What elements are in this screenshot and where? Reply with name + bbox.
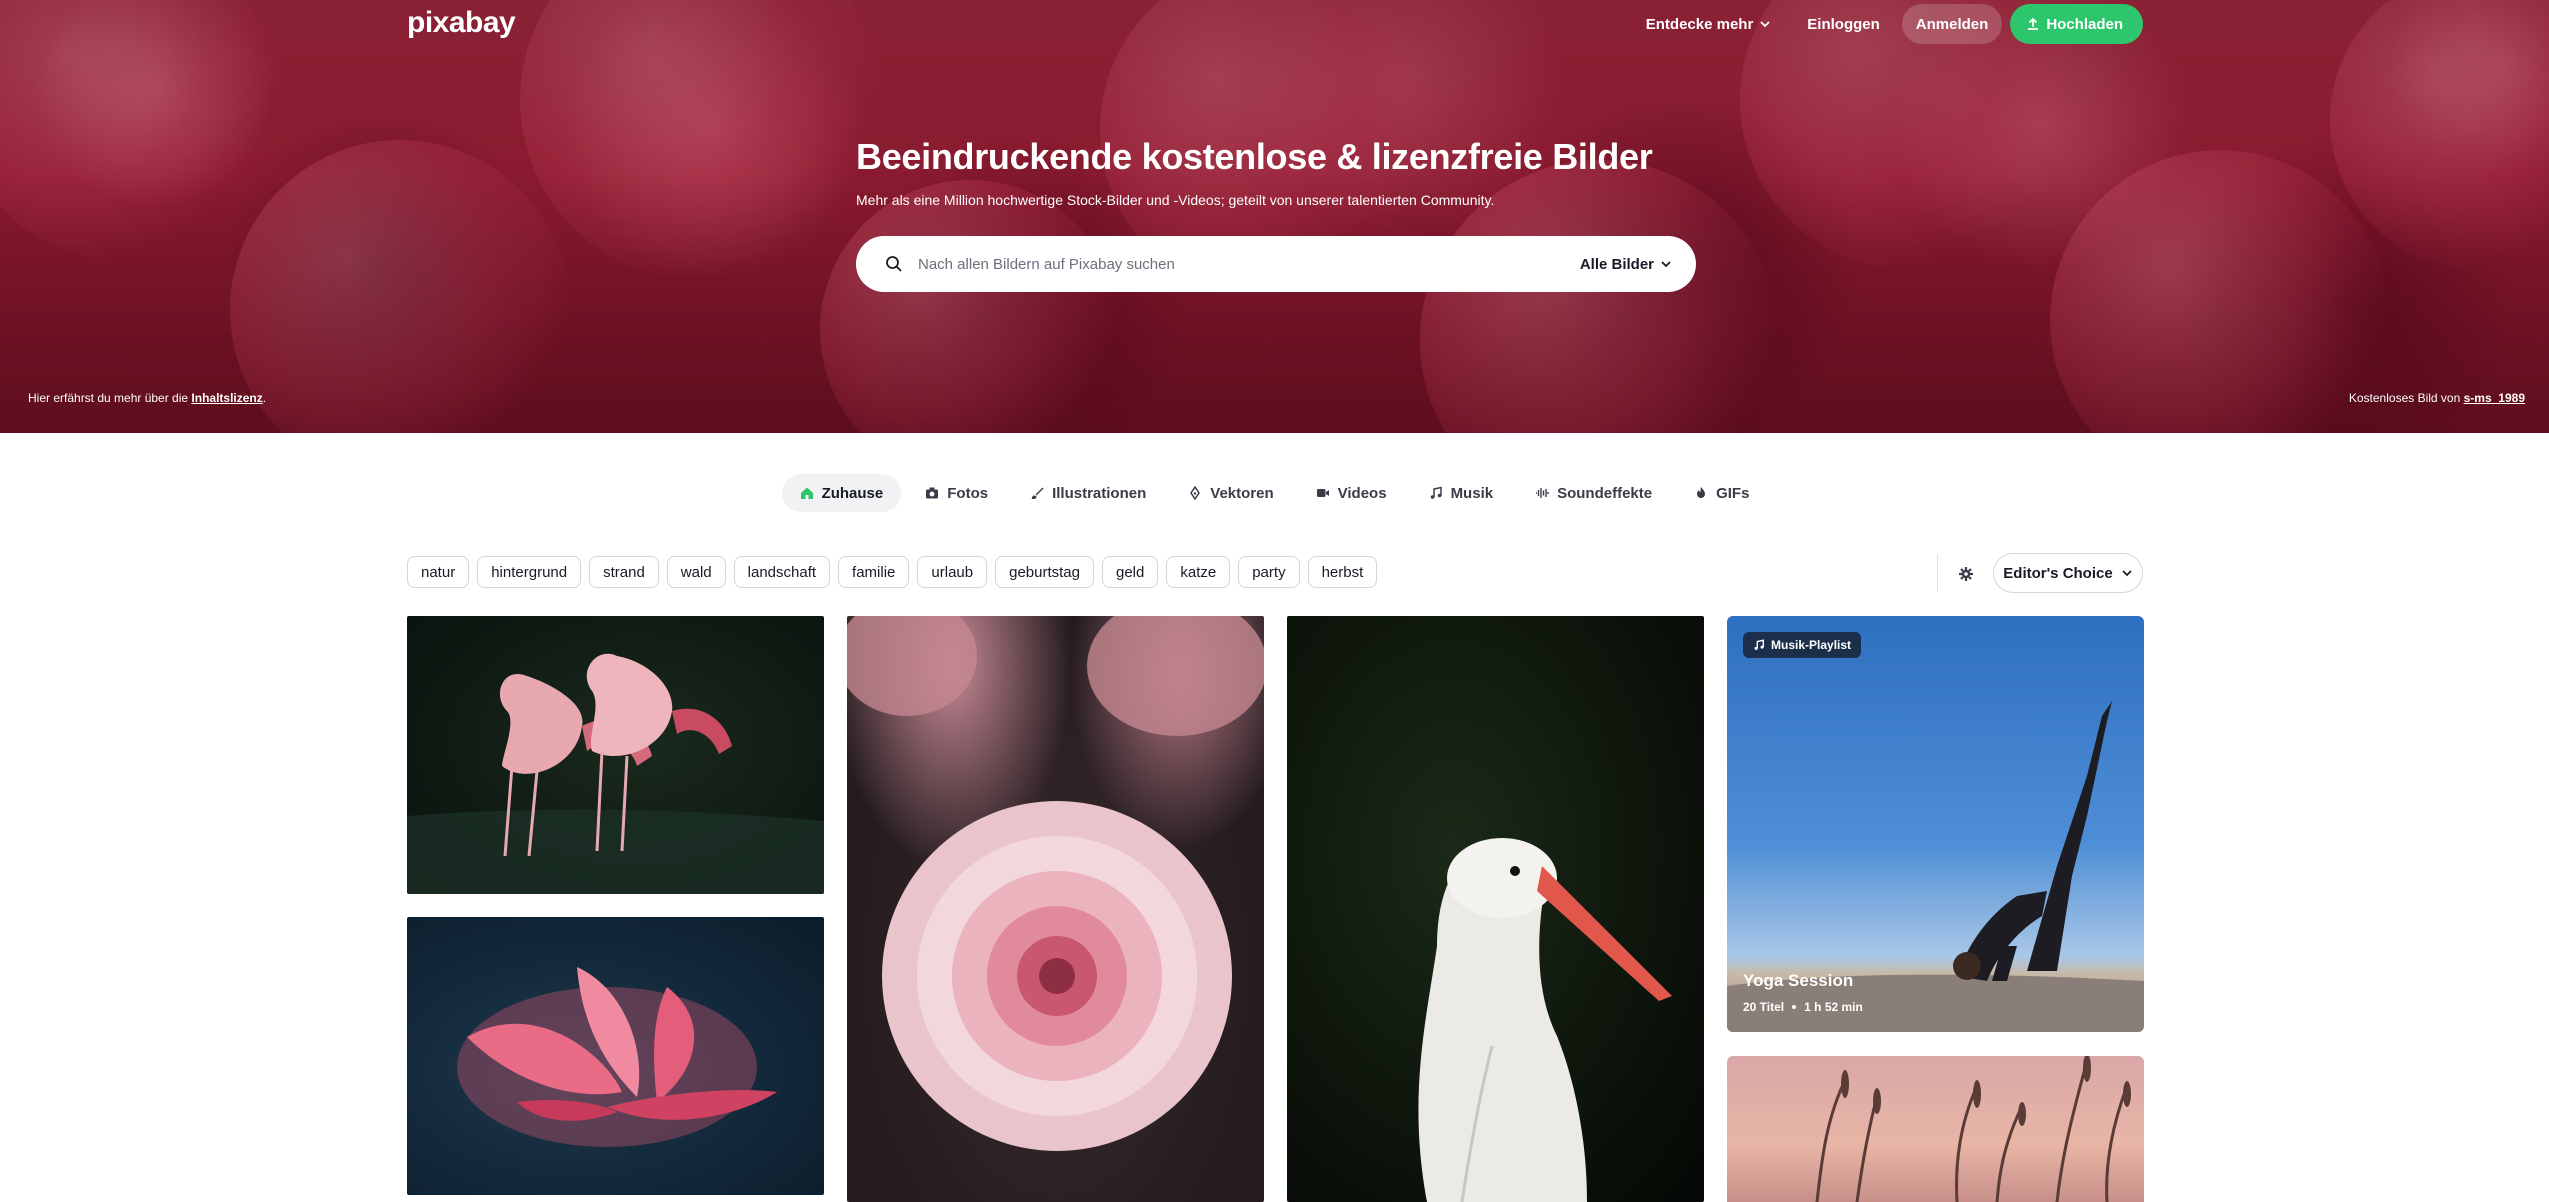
tag-chip[interactable]: geld bbox=[1102, 556, 1159, 588]
tag-chip[interactable]: natur bbox=[407, 556, 470, 588]
tab-label: Musik bbox=[1450, 484, 1494, 502]
license-note: Hier erfährst du mehr über die Inhaltsli… bbox=[28, 391, 266, 405]
music-note-icon bbox=[1754, 639, 1764, 650]
image-credit: Kostenloses Bild von s-ms_1989 bbox=[2349, 391, 2525, 405]
playlist-badge-label: Musik-Playlist bbox=[1771, 638, 1852, 652]
top-navigation: pixabay Entdecke mehr Einloggen Anmelden… bbox=[0, 0, 2549, 48]
tab-fotos[interactable]: Fotos bbox=[907, 474, 1006, 512]
tag-chip[interactable]: hintergrund bbox=[477, 556, 582, 588]
playlist-track-count: 20 Titel bbox=[1743, 1000, 1785, 1014]
upload-label: Hochladen bbox=[2046, 15, 2123, 33]
yoga-image bbox=[1727, 701, 2144, 1032]
pixabay-logo[interactable]: pixabay bbox=[407, 6, 516, 40]
search-icon[interactable] bbox=[884, 254, 904, 274]
tab-videos[interactable]: Videos bbox=[1298, 474, 1405, 512]
tag-chip[interactable]: landschaft bbox=[733, 556, 831, 588]
hero-title: Beeindruckende kostenlose & lizenzfreie … bbox=[856, 136, 1653, 177]
hero-subtitle: Mehr als eine Million hochwertige Stock-… bbox=[856, 192, 1495, 208]
upload-button[interactable]: Hochladen bbox=[2010, 4, 2143, 44]
tag-chip[interactable]: party bbox=[1238, 556, 1300, 588]
login-link[interactable]: Einloggen bbox=[1793, 4, 1894, 44]
license-link[interactable]: Inhaltslizenz bbox=[191, 391, 262, 405]
explore-menu[interactable]: Entdecke mehr bbox=[1632, 4, 1786, 44]
upload-icon bbox=[2028, 17, 2039, 30]
image-card-flamingos[interactable] bbox=[407, 616, 824, 894]
search-type-label: Alle Bilder bbox=[1579, 255, 1654, 273]
hero-banner: pixabay Entdecke mehr Einloggen Anmelden… bbox=[0, 0, 2549, 433]
tag-chip[interactable]: strand bbox=[589, 556, 659, 588]
tag-chip[interactable]: geburtstag bbox=[995, 556, 1094, 588]
tab-label: Illustrationen bbox=[1052, 484, 1147, 502]
image-card-grass[interactable] bbox=[1727, 1056, 2144, 1202]
playlist-badge: Musik-Playlist bbox=[1743, 632, 1862, 658]
tag-chip[interactable]: familie bbox=[838, 556, 910, 588]
tab-label: Zuhause bbox=[821, 484, 884, 502]
waveform-icon bbox=[1536, 488, 1549, 498]
explore-label: Entdecke mehr bbox=[1645, 15, 1754, 33]
tab-gifs[interactable]: GIFs bbox=[1676, 474, 1767, 512]
credit-prefix: Kostenloses Bild von bbox=[2348, 391, 2464, 405]
grass-image bbox=[1815, 1056, 2131, 1202]
search-input[interactable] bbox=[918, 255, 1580, 273]
tab-musik[interactable]: Musik bbox=[1411, 474, 1512, 512]
settings-gear-icon[interactable] bbox=[1950, 558, 1982, 590]
playlist-title: Yoga Session bbox=[1743, 971, 1854, 990]
sort-label: Editor's Choice bbox=[2003, 564, 2113, 582]
chevron-down-icon bbox=[2122, 570, 2132, 577]
tag-chip[interactable]: katze bbox=[1166, 556, 1231, 588]
media-type-tabs: Zuhause Fotos Illustrationen Vektoren Vi… bbox=[0, 474, 2549, 512]
video-icon bbox=[1316, 489, 1329, 497]
tab-label: GIFs bbox=[1716, 484, 1750, 502]
tab-zuhause[interactable]: Zuhause bbox=[781, 474, 902, 512]
tag-chip[interactable]: urlaub bbox=[917, 556, 988, 588]
tag-chip[interactable]: herbst bbox=[1307, 556, 1378, 588]
music-note-icon bbox=[1430, 486, 1442, 499]
tab-soundeffekte[interactable]: Soundeffekte bbox=[1517, 474, 1670, 512]
chevron-down-icon bbox=[1760, 21, 1770, 28]
stork-image bbox=[1418, 838, 1672, 1202]
search-type-dropdown[interactable]: Alle Bilder bbox=[1580, 256, 1672, 273]
pen-nib-icon bbox=[1190, 486, 1201, 500]
chevron-down-icon bbox=[1661, 261, 1671, 268]
popular-tags: natur hintergrund strand wald landschaft… bbox=[407, 556, 1378, 588]
tab-label: Fotos bbox=[947, 484, 989, 502]
image-card-dahlia[interactable] bbox=[847, 616, 1264, 1202]
credit-user-link[interactable]: s-ms_1989 bbox=[2464, 391, 2525, 405]
camera-icon bbox=[926, 487, 939, 499]
tab-illustrationen[interactable]: Illustrationen bbox=[1012, 474, 1164, 512]
tab-label: Vektoren bbox=[1210, 484, 1274, 502]
sort-dropdown[interactable]: Editor's Choice bbox=[1993, 553, 2143, 593]
signup-button[interactable]: Anmelden bbox=[1901, 4, 2003, 44]
license-suffix: . bbox=[262, 391, 267, 405]
header-actions: Entdecke mehr Einloggen Anmelden Hochlad… bbox=[1632, 4, 2143, 44]
lotus-image bbox=[457, 967, 777, 1147]
tab-vektoren[interactable]: Vektoren bbox=[1170, 474, 1291, 512]
license-prefix: Hier erfährst du mehr über die bbox=[28, 391, 192, 405]
image-card-stork[interactable] bbox=[1287, 616, 1704, 1202]
search-bar: Alle Bilder bbox=[856, 236, 1696, 292]
image-card-lotus[interactable] bbox=[407, 917, 824, 1195]
playlist-card-yoga[interactable]: Musik-Playlist Yoga Session 20 Titel 1 h… bbox=[1727, 616, 2144, 1032]
flamingo-image bbox=[407, 653, 824, 894]
divider bbox=[1937, 554, 1938, 592]
hero-content: Beeindruckende kostenlose & lizenzfreie … bbox=[856, 136, 1696, 292]
tab-label: Videos bbox=[1337, 484, 1387, 502]
tag-chip[interactable]: wald bbox=[666, 556, 726, 588]
separator-dot bbox=[1792, 1005, 1797, 1009]
flame-icon bbox=[1697, 487, 1706, 498]
home-icon bbox=[800, 487, 813, 499]
dahlia-image bbox=[847, 616, 1264, 1151]
playlist-meta: 20 Titel 1 h 52 min bbox=[1743, 1000, 1863, 1014]
tab-label: Soundeffekte bbox=[1557, 484, 1653, 502]
playlist-duration: 1 h 52 min bbox=[1804, 1000, 1863, 1014]
brush-icon bbox=[1031, 487, 1044, 499]
